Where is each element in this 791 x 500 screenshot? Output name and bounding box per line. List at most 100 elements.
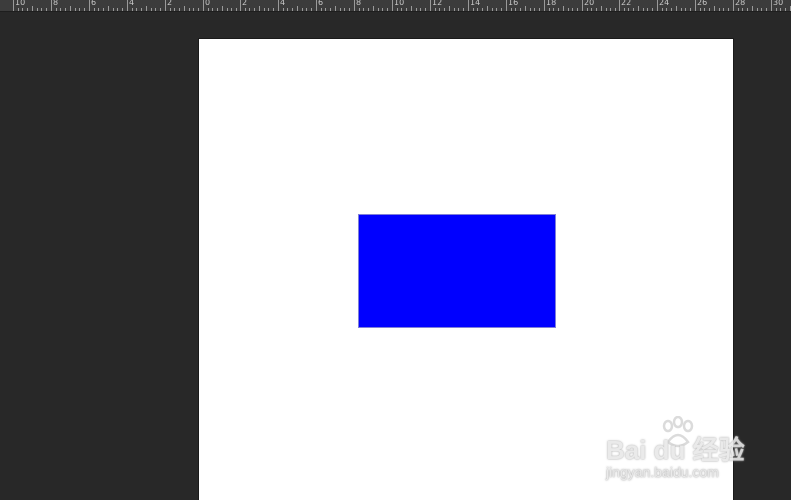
- ruler-minor-tick: [458, 8, 459, 11]
- ruler-minor-tick: [587, 8, 588, 11]
- ruler-minor-tick: [719, 8, 720, 11]
- ruler-minor-tick: [311, 8, 312, 11]
- ruler-minor-tick: [742, 8, 743, 11]
- ruler-minor-tick: [363, 8, 364, 11]
- ruler-minor-tick: [208, 8, 209, 11]
- ruler-major-tick: [13, 0, 14, 11]
- ruler-major-tick: [354, 0, 355, 11]
- ruler-label: 10: [15, 0, 26, 7]
- ruler-minor-tick: [776, 8, 777, 11]
- ruler-minor-tick: [425, 8, 426, 11]
- ruler-label: 12: [432, 0, 443, 7]
- ruler-label: 24: [659, 0, 670, 7]
- ruler-minor-tick: [601, 6, 602, 11]
- ruler-minor-tick: [482, 8, 483, 11]
- ruler-minor-tick: [685, 8, 686, 11]
- ruler-minor-tick: [335, 6, 336, 11]
- ruler-minor-tick: [463, 8, 464, 11]
- ruler-major-tick: [506, 0, 507, 11]
- ruler-major-tick: [733, 0, 734, 11]
- ruler-minor-tick: [411, 6, 412, 11]
- ruler-major-tick: [544, 0, 545, 11]
- ruler-minor-tick: [780, 8, 781, 11]
- ruler-minor-tick: [643, 8, 644, 11]
- ruler-label: 0: [205, 0, 211, 7]
- ruler-minor-tick: [141, 8, 142, 11]
- ruler-minor-tick: [231, 8, 232, 11]
- ruler-minor-tick: [487, 6, 488, 11]
- ruler-label: 28: [735, 0, 746, 7]
- ruler-minor-tick: [652, 8, 653, 11]
- ruler-minor-tick: [785, 8, 786, 11]
- ruler-minor-tick: [520, 8, 521, 11]
- ruler-minor-tick: [193, 8, 194, 11]
- ruler-minor-tick: [65, 8, 66, 11]
- ruler-minor-tick: [325, 8, 326, 11]
- ruler-minor-tick: [160, 8, 161, 11]
- ruler-minor-tick: [302, 8, 303, 11]
- ruler-minor-tick: [179, 8, 180, 11]
- ruler-minor-tick: [501, 8, 502, 11]
- ruler-minor-tick: [577, 8, 578, 11]
- ruler-minor-tick: [511, 8, 512, 11]
- ruler-minor-tick: [406, 8, 407, 11]
- ruler-label: 2: [242, 0, 248, 7]
- ruler-minor-tick: [117, 8, 118, 11]
- ruler-minor-tick: [170, 8, 171, 11]
- ruler-minor-tick: [723, 8, 724, 11]
- blue-rectangle-shape[interactable]: [358, 214, 556, 328]
- ruler-minor-tick: [416, 8, 417, 11]
- document-canvas[interactable]: [199, 39, 733, 500]
- ruler-minor-tick: [530, 8, 531, 11]
- ruler-minor-tick: [245, 8, 246, 11]
- ruler-label: 18: [546, 0, 557, 7]
- ruler-minor-tick: [401, 8, 402, 11]
- ruler-major-tick: [51, 0, 52, 11]
- ruler-minor-tick: [94, 8, 95, 11]
- ruler-minor-tick: [151, 8, 152, 11]
- ruler-minor-tick: [217, 8, 218, 11]
- ruler-major-tick: [127, 0, 128, 11]
- ruler-label: 10: [394, 0, 405, 7]
- ruler-major-tick: [316, 0, 317, 11]
- ruler-minor-tick: [681, 8, 682, 11]
- ruler-minor-tick: [70, 6, 71, 11]
- ruler-minor-tick: [496, 8, 497, 11]
- ruler-label: 26: [697, 0, 708, 7]
- ruler-minor-tick: [615, 8, 616, 11]
- ruler-minor-tick: [330, 8, 331, 11]
- ruler-major-tick: [392, 0, 393, 11]
- ruler-minor-tick: [572, 8, 573, 11]
- ruler-minor-tick: [22, 8, 23, 11]
- ruler-minor-tick: [515, 8, 516, 11]
- ruler-label: 30: [773, 0, 784, 7]
- ruler-major-tick: [89, 0, 90, 11]
- ruler-minor-tick: [146, 6, 147, 11]
- ruler-minor-tick: [155, 8, 156, 11]
- ruler-major-tick: [240, 0, 241, 11]
- ruler-minor-tick: [525, 6, 526, 11]
- ruler-minor-tick: [539, 8, 540, 11]
- ruler-minor-tick: [714, 6, 715, 11]
- ruler-minor-tick: [306, 8, 307, 11]
- ruler-minor-tick: [752, 6, 753, 11]
- ruler-major-tick: [430, 0, 431, 11]
- ruler-label: 14: [470, 0, 481, 7]
- ruler-minor-tick: [340, 8, 341, 11]
- ruler-minor-tick: [174, 8, 175, 11]
- horizontal-ruler[interactable]: 10 8 6 4 2 0 2 4 6 8 10 12 14 16 18 20 22 24 26 28 30: [0, 0, 791, 12]
- ruler-minor-tick: [563, 6, 564, 11]
- ruler-minor-tick: [610, 8, 611, 11]
- ruler-minor-tick: [108, 6, 109, 11]
- ruler-major-tick: [203, 0, 204, 11]
- ruler-major-tick: [657, 0, 658, 11]
- ruler-label: 16: [508, 0, 519, 7]
- ruler-minor-tick: [444, 8, 445, 11]
- ruler-label: 20: [584, 0, 595, 7]
- ruler-major-tick: [771, 0, 772, 11]
- ruler-minor-tick: [349, 8, 350, 11]
- ruler-minor-tick: [568, 8, 569, 11]
- ruler-minor-tick: [387, 8, 388, 11]
- ruler-major-tick: [582, 0, 583, 11]
- ruler-minor-tick: [449, 6, 450, 11]
